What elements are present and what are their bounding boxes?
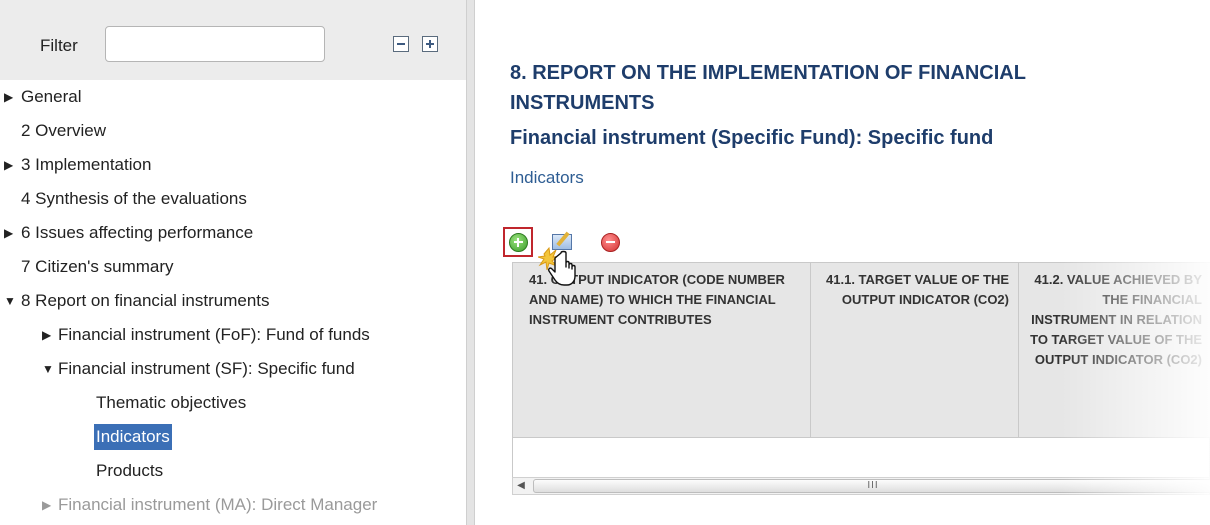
remove-row-button[interactable] bbox=[595, 227, 625, 257]
tree-item-synthesis[interactable]: 4 Synthesis of the evaluations bbox=[0, 182, 466, 216]
expand-arrow-icon[interactable]: ▶ bbox=[4, 148, 13, 182]
tree-item-overview[interactable]: 2 Overview bbox=[0, 114, 466, 148]
tree-item-label: General bbox=[21, 87, 82, 106]
tree-item-label: 7 Citizen's summary bbox=[21, 257, 174, 276]
expand-arrow-icon[interactable]: ▶ bbox=[4, 80, 13, 114]
tree-item-specific-fund[interactable]: ▼ Financial instrument (SF): Specific fu… bbox=[0, 352, 466, 386]
add-row-button[interactable] bbox=[503, 227, 533, 257]
navigation-panel: Filter ▶ General 2 Overview ▶ 3 Implemen… bbox=[0, 0, 466, 525]
filter-label: Filter bbox=[40, 36, 78, 55]
add-circle-icon bbox=[508, 232, 528, 252]
tree-item-general[interactable]: ▶ General bbox=[0, 80, 466, 114]
tree-item-thematic-objectives[interactable]: Thematic objectives bbox=[0, 386, 466, 420]
column-header-output-indicator[interactable]: 41. OUTPUT INDICATOR (CODE NUMBER AND NA… bbox=[513, 263, 811, 438]
tree-item-label: 2 Overview bbox=[21, 121, 107, 140]
expand-all-icon[interactable] bbox=[422, 36, 438, 52]
horizontal-scrollbar[interactable]: ◀ III bbox=[512, 477, 1210, 495]
remove-circle-icon bbox=[600, 232, 620, 252]
expand-arrow-icon[interactable]: ▶ bbox=[42, 488, 51, 522]
filter-input[interactable] bbox=[105, 26, 325, 62]
tree-item-implementation[interactable]: ▶ 3 Implementation bbox=[0, 148, 466, 182]
tree-item-label: Financial instrument (MA): Direct Manage… bbox=[58, 495, 378, 514]
tree-item-issues[interactable]: ▶ 6 Issues affecting performance bbox=[0, 216, 466, 250]
collapse-all-icon[interactable] bbox=[393, 36, 409, 52]
instrument-title: Financial instrument (Specific Fund): Sp… bbox=[510, 127, 994, 149]
tree-item-label: Products bbox=[96, 461, 164, 480]
table-body bbox=[513, 438, 1210, 474]
section-title: 8. REPORT ON THE IMPLEMENTATION OF FINAN… bbox=[510, 62, 1026, 114]
panel-splitter[interactable] bbox=[466, 0, 475, 525]
tree-item-citizens-summary[interactable]: 7 Citizen's summary bbox=[0, 250, 466, 284]
filter-bar: Filter bbox=[0, 0, 466, 80]
tree-item-indicators[interactable]: Indicators bbox=[0, 420, 466, 454]
tree-item-direct-management[interactable]: ▶ Financial instrument (MA): Direct Mana… bbox=[0, 488, 466, 522]
tree-item-label: 8 Report on financial instruments bbox=[21, 291, 270, 310]
tree-item-label: 4 Synthesis of the evaluations bbox=[21, 189, 247, 208]
column-header-target-value[interactable]: 41.1. TARGET VALUE OF THE OUTPUT INDICAT… bbox=[811, 263, 1019, 438]
collapse-arrow-icon[interactable]: ▼ bbox=[4, 284, 16, 318]
expand-arrow-icon[interactable]: ▶ bbox=[42, 318, 51, 352]
scroll-left-icon[interactable]: ◀ bbox=[513, 478, 529, 494]
tree-item-label: Financial instrument (FoF): Fund of fund… bbox=[58, 325, 370, 344]
tree-item-fund-of-funds[interactable]: ▶ Financial instrument (FoF): Fund of fu… bbox=[0, 318, 466, 352]
tree-item-products[interactable]: Products bbox=[0, 454, 466, 488]
column-header-value-achieved[interactable]: 41.2. VALUE ACHIEVED BY THE FINANCIAL IN… bbox=[1019, 263, 1210, 438]
navigation-tree: ▶ General 2 Overview ▶ 3 Implementation … bbox=[0, 80, 466, 522]
edit-icon bbox=[552, 234, 572, 250]
subsection-title: Indicators bbox=[510, 168, 584, 187]
scrollbar-thumb[interactable]: III bbox=[533, 479, 1210, 493]
tree-item-label: 6 Issues affecting performance bbox=[21, 223, 254, 242]
collapse-arrow-icon[interactable]: ▼ bbox=[42, 352, 54, 386]
expand-arrow-icon[interactable]: ▶ bbox=[4, 216, 13, 250]
content-panel: 8. REPORT ON THE IMPLEMENTATION OF FINAN… bbox=[475, 0, 1210, 525]
tree-item-label: Thematic objectives bbox=[96, 393, 247, 412]
table-header: 41. OUTPUT INDICATOR (CODE NUMBER AND NA… bbox=[513, 263, 1210, 438]
tree-item-label: 3 Implementation bbox=[21, 155, 152, 174]
table-toolbar bbox=[503, 222, 663, 262]
tree-item-financial-instruments[interactable]: ▼ 8 Report on financial instruments bbox=[0, 284, 466, 318]
edit-row-button[interactable] bbox=[547, 227, 577, 257]
indicators-table: 41. OUTPUT INDICATOR (CODE NUMBER AND NA… bbox=[512, 262, 1210, 482]
tree-item-label: Indicators bbox=[94, 424, 172, 450]
tree-item-label: Financial instrument (SF): Specific fund bbox=[58, 359, 355, 378]
